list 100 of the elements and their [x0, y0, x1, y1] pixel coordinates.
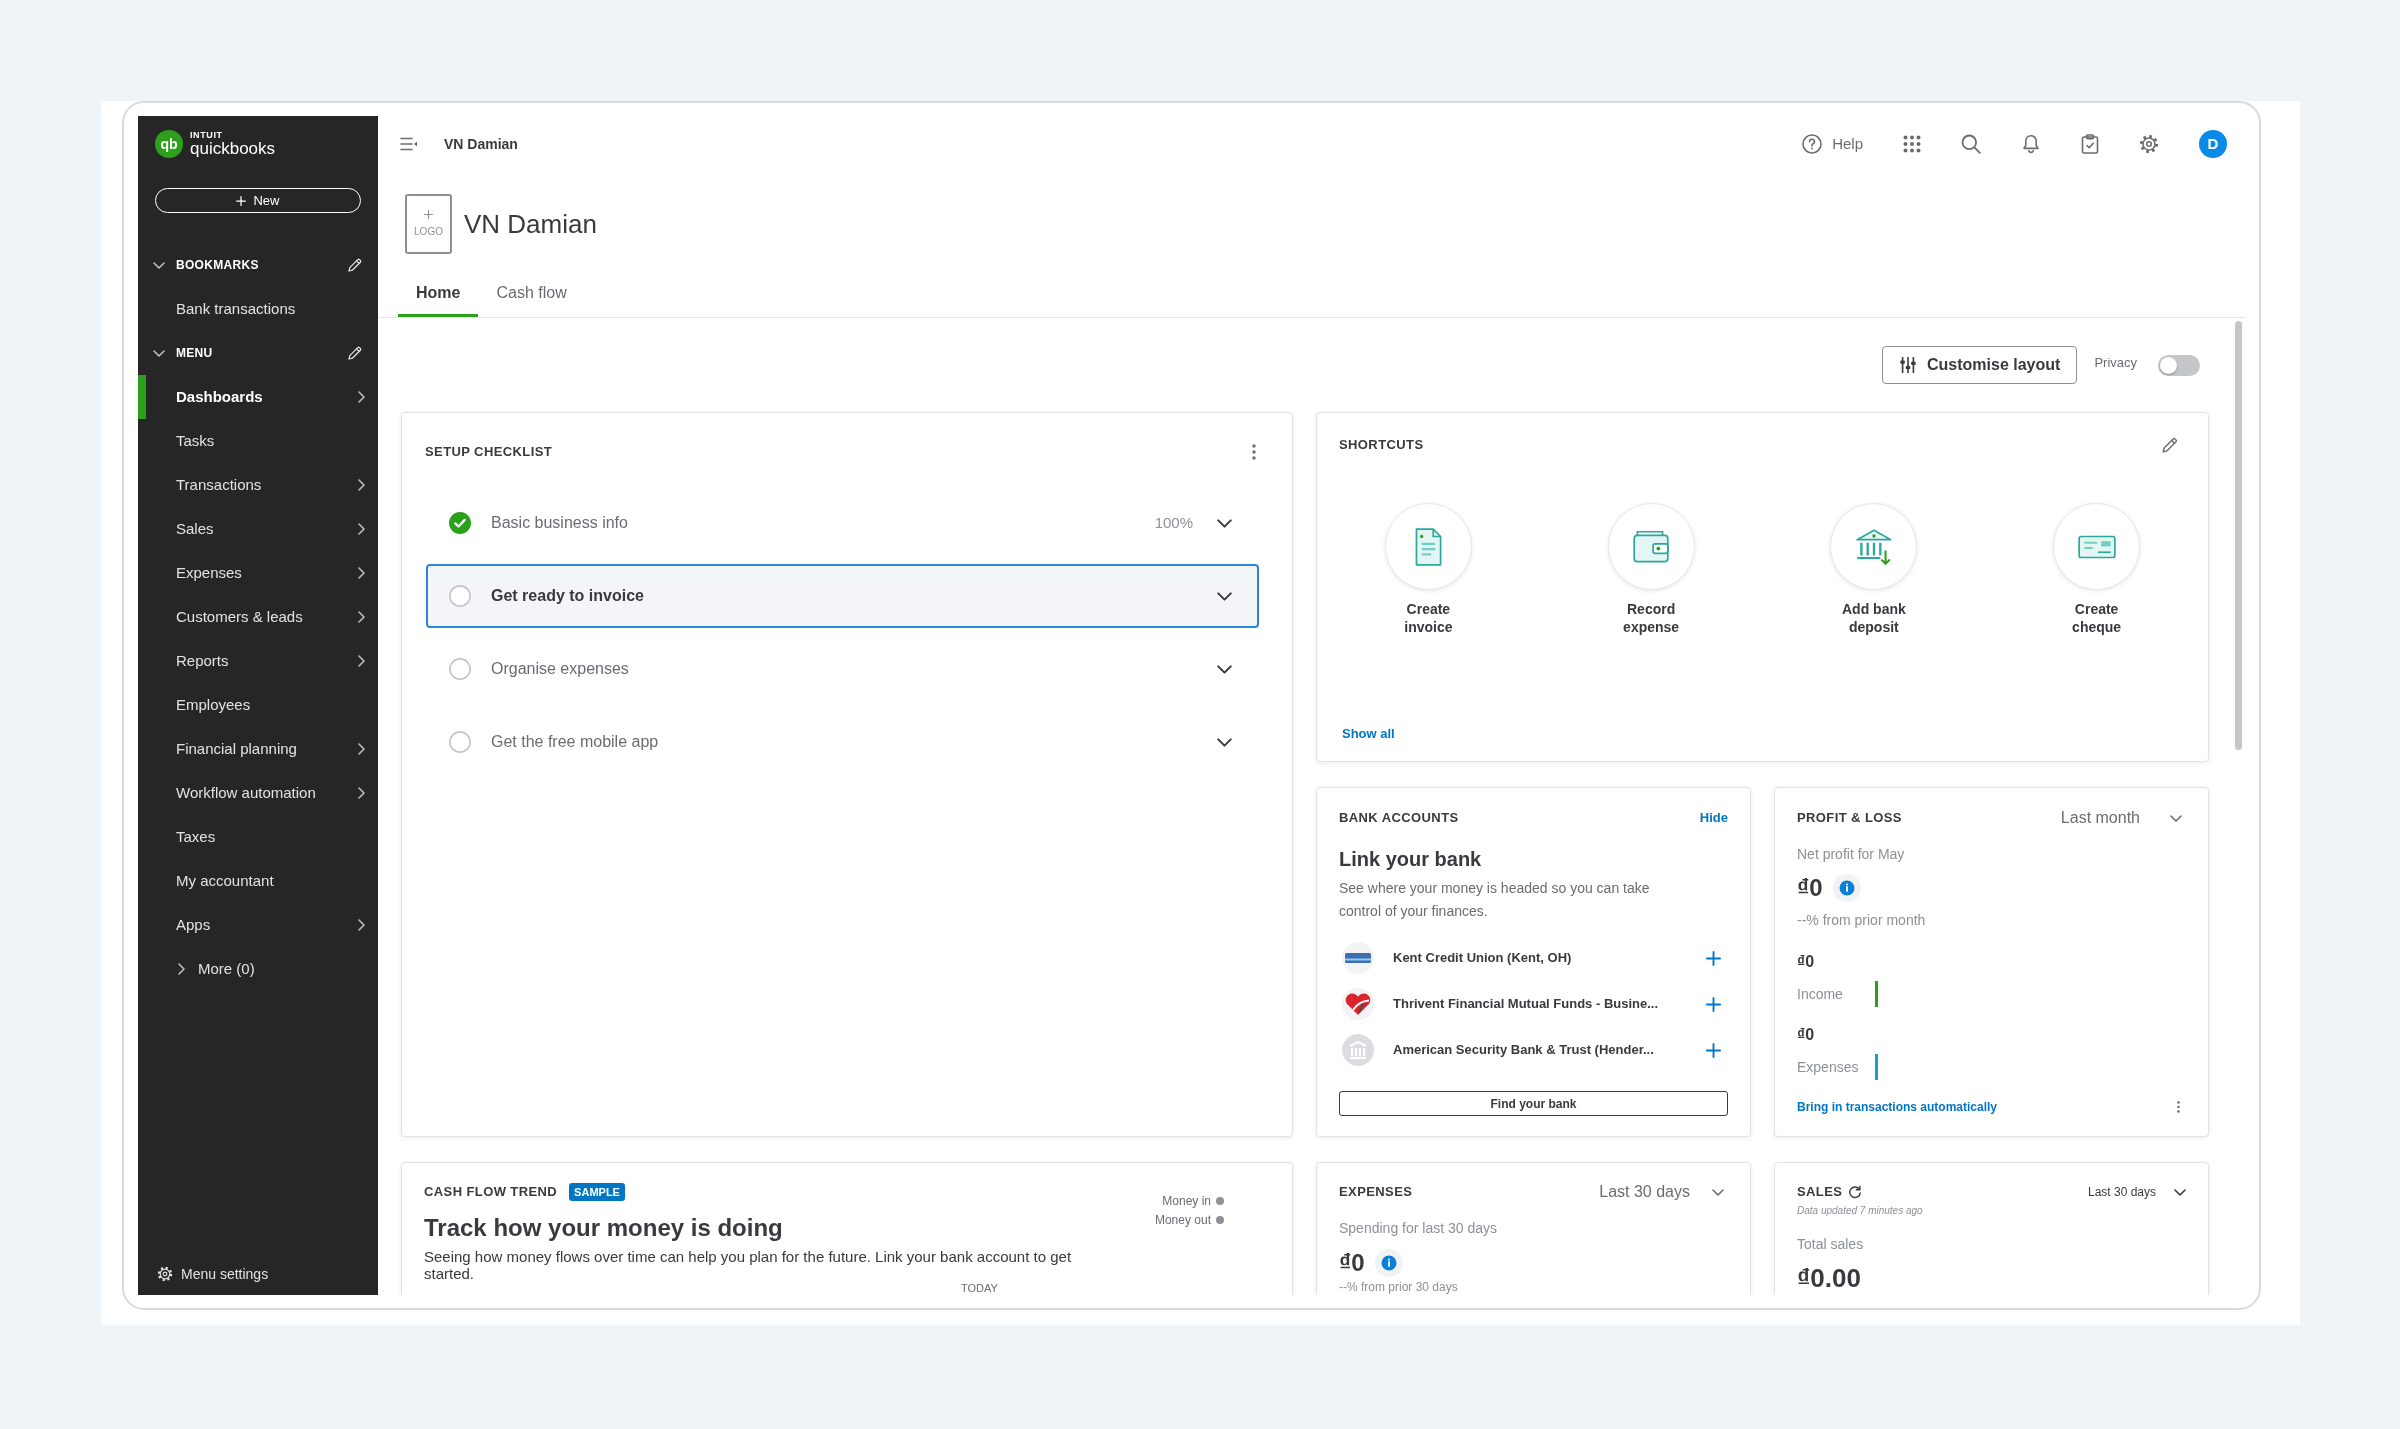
grid-icon[interactable] — [1903, 135, 1921, 153]
avatar-button[interactable]: D — [2199, 130, 2227, 158]
shortcut-button[interactable]: Create invoice — [1384, 503, 1472, 636]
shortcut-button[interactable]: Create cheque — [2053, 503, 2141, 636]
card-description: Seeing how money flows over time can help you plan for the future. Link your bank account to get started. — [424, 1248, 1073, 1282]
sidebar-item[interactable]: Sales — [138, 507, 378, 551]
checklist-item[interactable]: Organise expenses — [426, 637, 1259, 701]
sidebar-item[interactable]: Transactions — [138, 463, 378, 507]
tab[interactable]: Cash flow — [478, 268, 585, 317]
card-title: PROFIT & LOSS — [1797, 809, 1902, 828]
plus-icon[interactable] — [1706, 1042, 1721, 1058]
sidebar-item[interactable]: Tasks — [138, 419, 378, 463]
amount-text: ₫0.00 — [1797, 1263, 1862, 1293]
card-title: SALES — [1797, 1183, 1843, 1202]
bank-name: Kent Credit Union (Kent, OH) — [1393, 949, 1572, 968]
card-heading: Track how your money is doing — [424, 1213, 784, 1243]
legend-dot-icon — [1216, 1197, 1224, 1205]
sliders-icon — [1899, 356, 1917, 374]
sidebar-item[interactable]: Apps — [138, 903, 378, 947]
chevron-down-icon — [1712, 1188, 1724, 1196]
legend-dot-icon — [1216, 1216, 1224, 1224]
clipboard-icon[interactable] — [2081, 134, 2099, 154]
card-icon — [1342, 942, 1374, 974]
change-text: --% from prior 30 days — [1339, 1281, 1459, 1294]
category-label: Income — [1797, 984, 1844, 1004]
card-heading: Link your bank — [1339, 847, 1483, 872]
category-label: Expenses — [1797, 1057, 1860, 1077]
chevron-down-icon — [2174, 1188, 2186, 1196]
chevron-down-icon — [1217, 664, 1232, 674]
show-all-link[interactable]: Show all — [1342, 723, 1395, 743]
amount-text: ₫0 — [1339, 1248, 1365, 1278]
subtitle-text: Total sales — [1797, 1235, 1865, 1253]
checklist-item[interactable]: Get ready to invoice — [426, 564, 1259, 628]
kebab-menu-icon[interactable] — [1252, 444, 1256, 460]
change-text: --% from prior month — [1797, 911, 1927, 929]
scrollbar-thumb[interactable] — [2235, 321, 2242, 750]
legend-label: Money out — [1154, 1212, 1211, 1228]
shortcut-button[interactable]: Record expense — [1607, 503, 1695, 636]
sidebar-item[interactable]: Financial planning — [138, 727, 378, 771]
refresh-icon[interactable] — [1848, 1185, 1863, 1199]
more-toggle[interactable]: More (0) — [138, 947, 378, 991]
chevron-down-icon — [1217, 591, 1232, 601]
company-name: VN Damian — [444, 134, 518, 154]
sidebar-item[interactable]: Workflow automation — [138, 771, 378, 815]
menu-icon[interactable] — [400, 137, 418, 151]
section-toggle[interactable]: BOOKMARKS — [138, 243, 259, 287]
privacy-label: Privacy — [2094, 354, 2137, 373]
sidebar-item[interactable]: My accountant — [138, 859, 378, 903]
plus-icon — [236, 195, 247, 206]
section-toggle[interactable]: MENU — [138, 331, 213, 375]
shortcut-button[interactable]: Add bank deposit — [1830, 503, 1918, 636]
hide-link[interactable]: Hide — [1699, 808, 1728, 828]
sidebar-item[interactable]: Reports — [138, 639, 378, 683]
period-dropdown[interactable]: Last 30 days — [1599, 1180, 1724, 1204]
sidebar-item[interactable]: Expenses — [138, 551, 378, 595]
search-icon[interactable] — [1961, 134, 1981, 154]
amount-text: ₫0 — [1797, 952, 1816, 972]
transactions-link[interactable]: Bring in transactions automatically — [1797, 1098, 1998, 1116]
product-name: quickbooks — [190, 140, 276, 158]
card-title: EXPENSES — [1339, 1183, 1413, 1202]
info-icon[interactable] — [1374, 1249, 1403, 1277]
brand-label: INTUIT — [190, 130, 224, 140]
menu-settings-button[interactable]: Menu settings — [138, 1253, 378, 1295]
kebab-menu-icon[interactable] — [2177, 1101, 2180, 1113]
bell-icon[interactable] — [2021, 134, 2041, 154]
building-icon — [1342, 1034, 1374, 1066]
sidebar-item[interactable]: Customers & leads — [138, 595, 378, 639]
period-dropdown[interactable]: Last month — [2060, 806, 2182, 830]
page-title: VN Damian — [464, 207, 597, 241]
customise-button[interactable]: Customise layout — [1882, 346, 2078, 384]
updated-note: Data updated 7 minutes ago — [1797, 1205, 1924, 1217]
subtitle-text: Spending for last 30 days — [1339, 1219, 1498, 1237]
card-title: CASH FLOW TREND — [424, 1183, 558, 1202]
pencil-icon[interactable] — [2161, 436, 2179, 454]
sidebar-item[interactable]: Bank transactions — [138, 287, 378, 331]
chevron-down-icon — [2170, 814, 2182, 822]
plus-icon[interactable] — [1706, 950, 1721, 966]
sidebar-item[interactable]: Employees — [138, 683, 378, 727]
settings-icon — [157, 1266, 173, 1282]
card-description: See where your money is headed so you can take control of your finances. — [1339, 879, 1651, 921]
progress-text: 100% — [1154, 512, 1193, 533]
checklist-item[interactable]: Get the free mobile app — [426, 710, 1259, 774]
chevron-down-icon — [1217, 518, 1232, 528]
info-icon[interactable] — [1832, 874, 1861, 902]
logo-mark: qb — [155, 130, 183, 158]
sidebar-item[interactable]: Taxes — [138, 815, 378, 859]
checklist-item[interactable]: Basic business info 100% — [426, 491, 1259, 555]
plus-icon — [424, 209, 433, 219]
bank-name: American Security Bank & Trust (Hender... — [1393, 1041, 1654, 1060]
period-dropdown[interactable]: Last 30 days — [2087, 1183, 2186, 1201]
help-button[interactable]: Help — [1802, 132, 1863, 156]
card-title: BANK ACCOUNTS — [1339, 809, 1459, 828]
privacy-toggle[interactable] — [2158, 354, 2200, 376]
amount-text: ₫0 — [1797, 873, 1823, 903]
plus-icon[interactable] — [1706, 996, 1721, 1012]
legend-label: Money in — [1162, 1193, 1211, 1209]
find-bank-button[interactable]: Find your bank — [1339, 1091, 1728, 1116]
subtitle-text: Net profit for May — [1797, 845, 1906, 863]
amount-text: ₫0 — [1797, 1025, 1816, 1045]
settings-icon[interactable] — [2139, 134, 2159, 154]
